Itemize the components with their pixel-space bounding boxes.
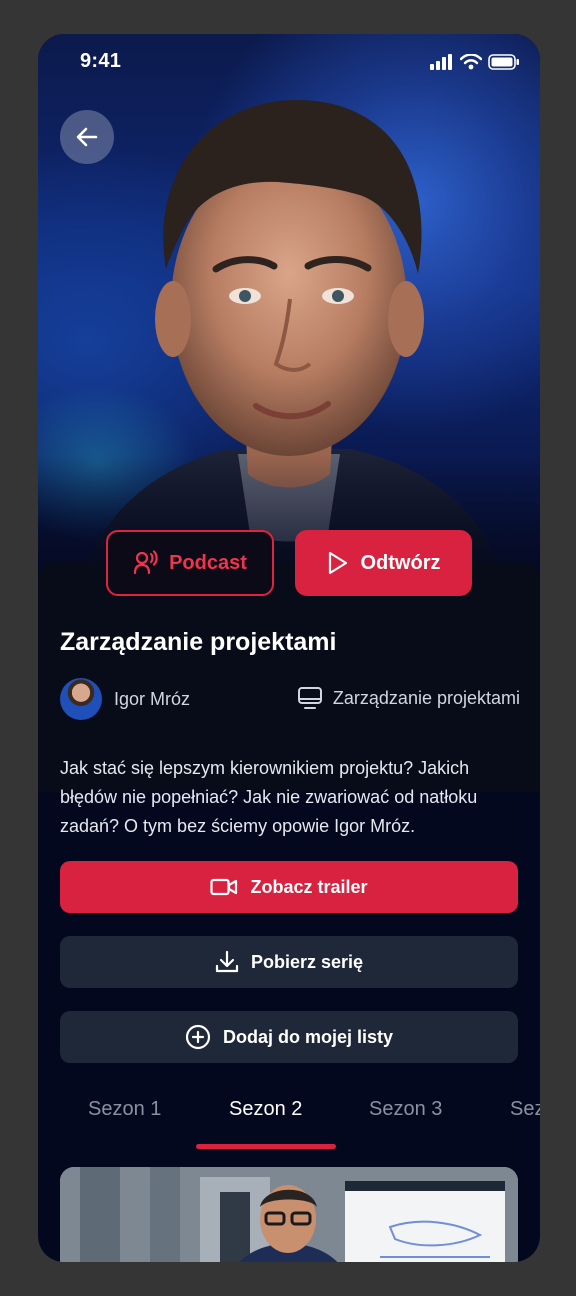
active-tab-indicator: [196, 1144, 336, 1149]
wifi-icon: [460, 54, 482, 70]
course-description: Jak stać się lepszym kierownikiem projek…: [60, 758, 478, 836]
arrow-left-icon: [76, 127, 98, 147]
category-label: Zarządzanie projektami: [332, 687, 520, 708]
season-tabs: Sezon 1 Sezon 2 Sezon 3 Sez: [38, 1092, 540, 1156]
episode-thumbnail-image: [60, 1167, 518, 1262]
tab-season-3[interactable]: Sezon 3: [369, 1098, 442, 1121]
mylist-label: Dodaj do mojej listy: [222, 1026, 394, 1047]
back-button[interactable]: [60, 110, 114, 164]
play-icon: [328, 551, 347, 575]
tab-season-1[interactable]: Sezon 1: [88, 1098, 161, 1121]
podcast-icon: [133, 550, 158, 575]
course-category[interactable]: Zarządzanie projektami: [297, 686, 520, 710]
play-label: Odtwórz: [360, 551, 441, 574]
plus-circle-icon: [185, 1024, 211, 1050]
episode-thumbnail[interactable]: [60, 1167, 518, 1262]
tab-season-2[interactable]: Sezon 2: [229, 1098, 302, 1121]
battery-icon: [488, 54, 519, 70]
video-camera-icon: [210, 878, 238, 896]
play-button[interactable]: Odtwórz: [295, 530, 472, 596]
podcast-label: Podcast: [169, 551, 247, 574]
status-icons: [430, 54, 520, 70]
monitor-icon: [297, 687, 322, 709]
presenter-portrait: [38, 99, 540, 594]
course-title: Zarządzanie projektami: [60, 628, 337, 656]
hero-image: [38, 34, 540, 594]
course-meta: Igor Mróz Zarządzanie projektami: [60, 678, 520, 720]
podcast-button[interactable]: Podcast: [106, 530, 274, 596]
author-name[interactable]: Igor Mróz: [114, 689, 190, 710]
add-to-my-list-button[interactable]: Dodaj do mojej listy: [60, 1011, 518, 1063]
signal-icon: [430, 54, 452, 70]
trailer-button[interactable]: Zobacz trailer: [60, 861, 518, 913]
trailer-label: Zobacz trailer: [250, 876, 368, 897]
author-avatar[interactable]: [60, 678, 102, 720]
primary-actions: Podcast Odtwórz: [38, 530, 540, 596]
download-icon: [215, 950, 239, 973]
phone-screen: 9:41 Podcast Odtwórz Zarządzanie projekt…: [38, 34, 540, 1262]
download-series-button[interactable]: Pobierz serię: [60, 936, 518, 988]
status-bar: 9:41: [38, 34, 540, 90]
tab-season-4[interactable]: Sez: [510, 1098, 540, 1121]
status-time: 9:41: [80, 50, 122, 72]
download-label: Pobierz serię: [250, 951, 364, 972]
